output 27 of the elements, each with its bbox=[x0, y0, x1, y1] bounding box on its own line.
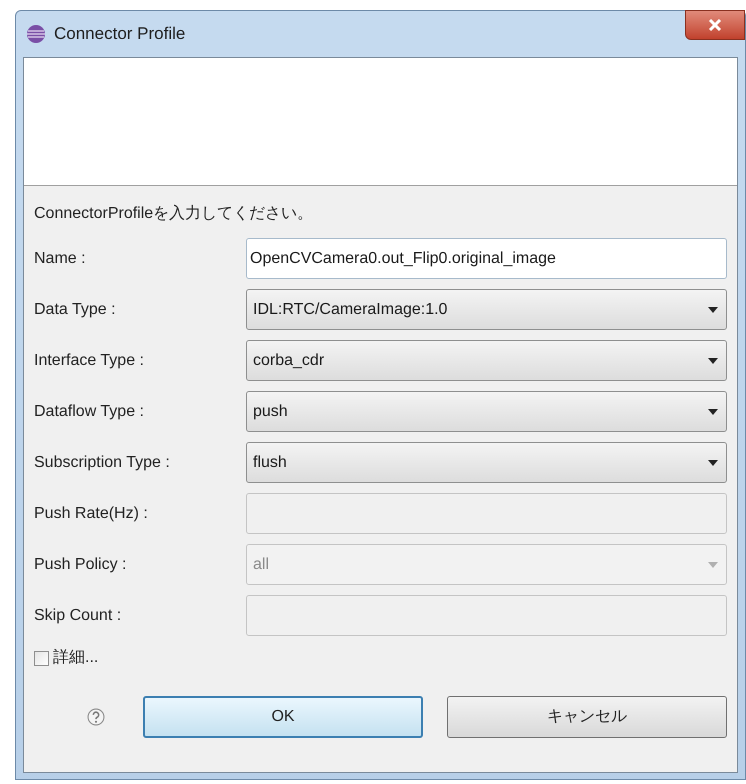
window-title: Connector Profile bbox=[54, 23, 186, 46]
close-button[interactable] bbox=[685, 10, 745, 40]
globe-icon bbox=[26, 24, 46, 44]
field-label: Dataflow Type : bbox=[34, 402, 145, 422]
dropdown[interactable]: IDL:RTC/CameraImage:1.0 bbox=[246, 289, 727, 330]
close-icon bbox=[708, 19, 722, 31]
dialog-button[interactable]: キャンセル bbox=[447, 696, 727, 738]
field-label: Push Rate(Hz) : bbox=[34, 504, 149, 524]
input-field[interactable]: OpenCVCamera0.out_Flip0.original_image bbox=[246, 238, 727, 279]
dropdown[interactable]: corba_cdr bbox=[246, 340, 727, 381]
field-label: Interface Type : bbox=[34, 350, 145, 370]
dropdown-arrow-icon bbox=[708, 306, 718, 312]
field-label: Skip Count : bbox=[34, 606, 122, 626]
dropdown-arrow-icon bbox=[708, 408, 718, 414]
checkbox[interactable] bbox=[34, 650, 49, 666]
field-label: Subscription Type : bbox=[34, 452, 171, 472]
field-label: Data Type : bbox=[34, 300, 117, 320]
dialog-button[interactable]: OK bbox=[143, 696, 423, 738]
dropdown-arrow-icon bbox=[708, 460, 718, 466]
instruction-text: ConnectorProfileを入力してください。 bbox=[34, 204, 314, 224]
checkbox-label: 詳細... bbox=[53, 648, 98, 668]
dropdown[interactable]: push bbox=[246, 391, 727, 432]
field-label: Push Policy : bbox=[34, 554, 128, 574]
dropdown-arrow-icon bbox=[708, 358, 718, 364]
field-label: Name : bbox=[34, 248, 87, 268]
dropdown-arrow-icon bbox=[708, 562, 718, 568]
dropdown[interactable]: flush bbox=[246, 442, 727, 483]
